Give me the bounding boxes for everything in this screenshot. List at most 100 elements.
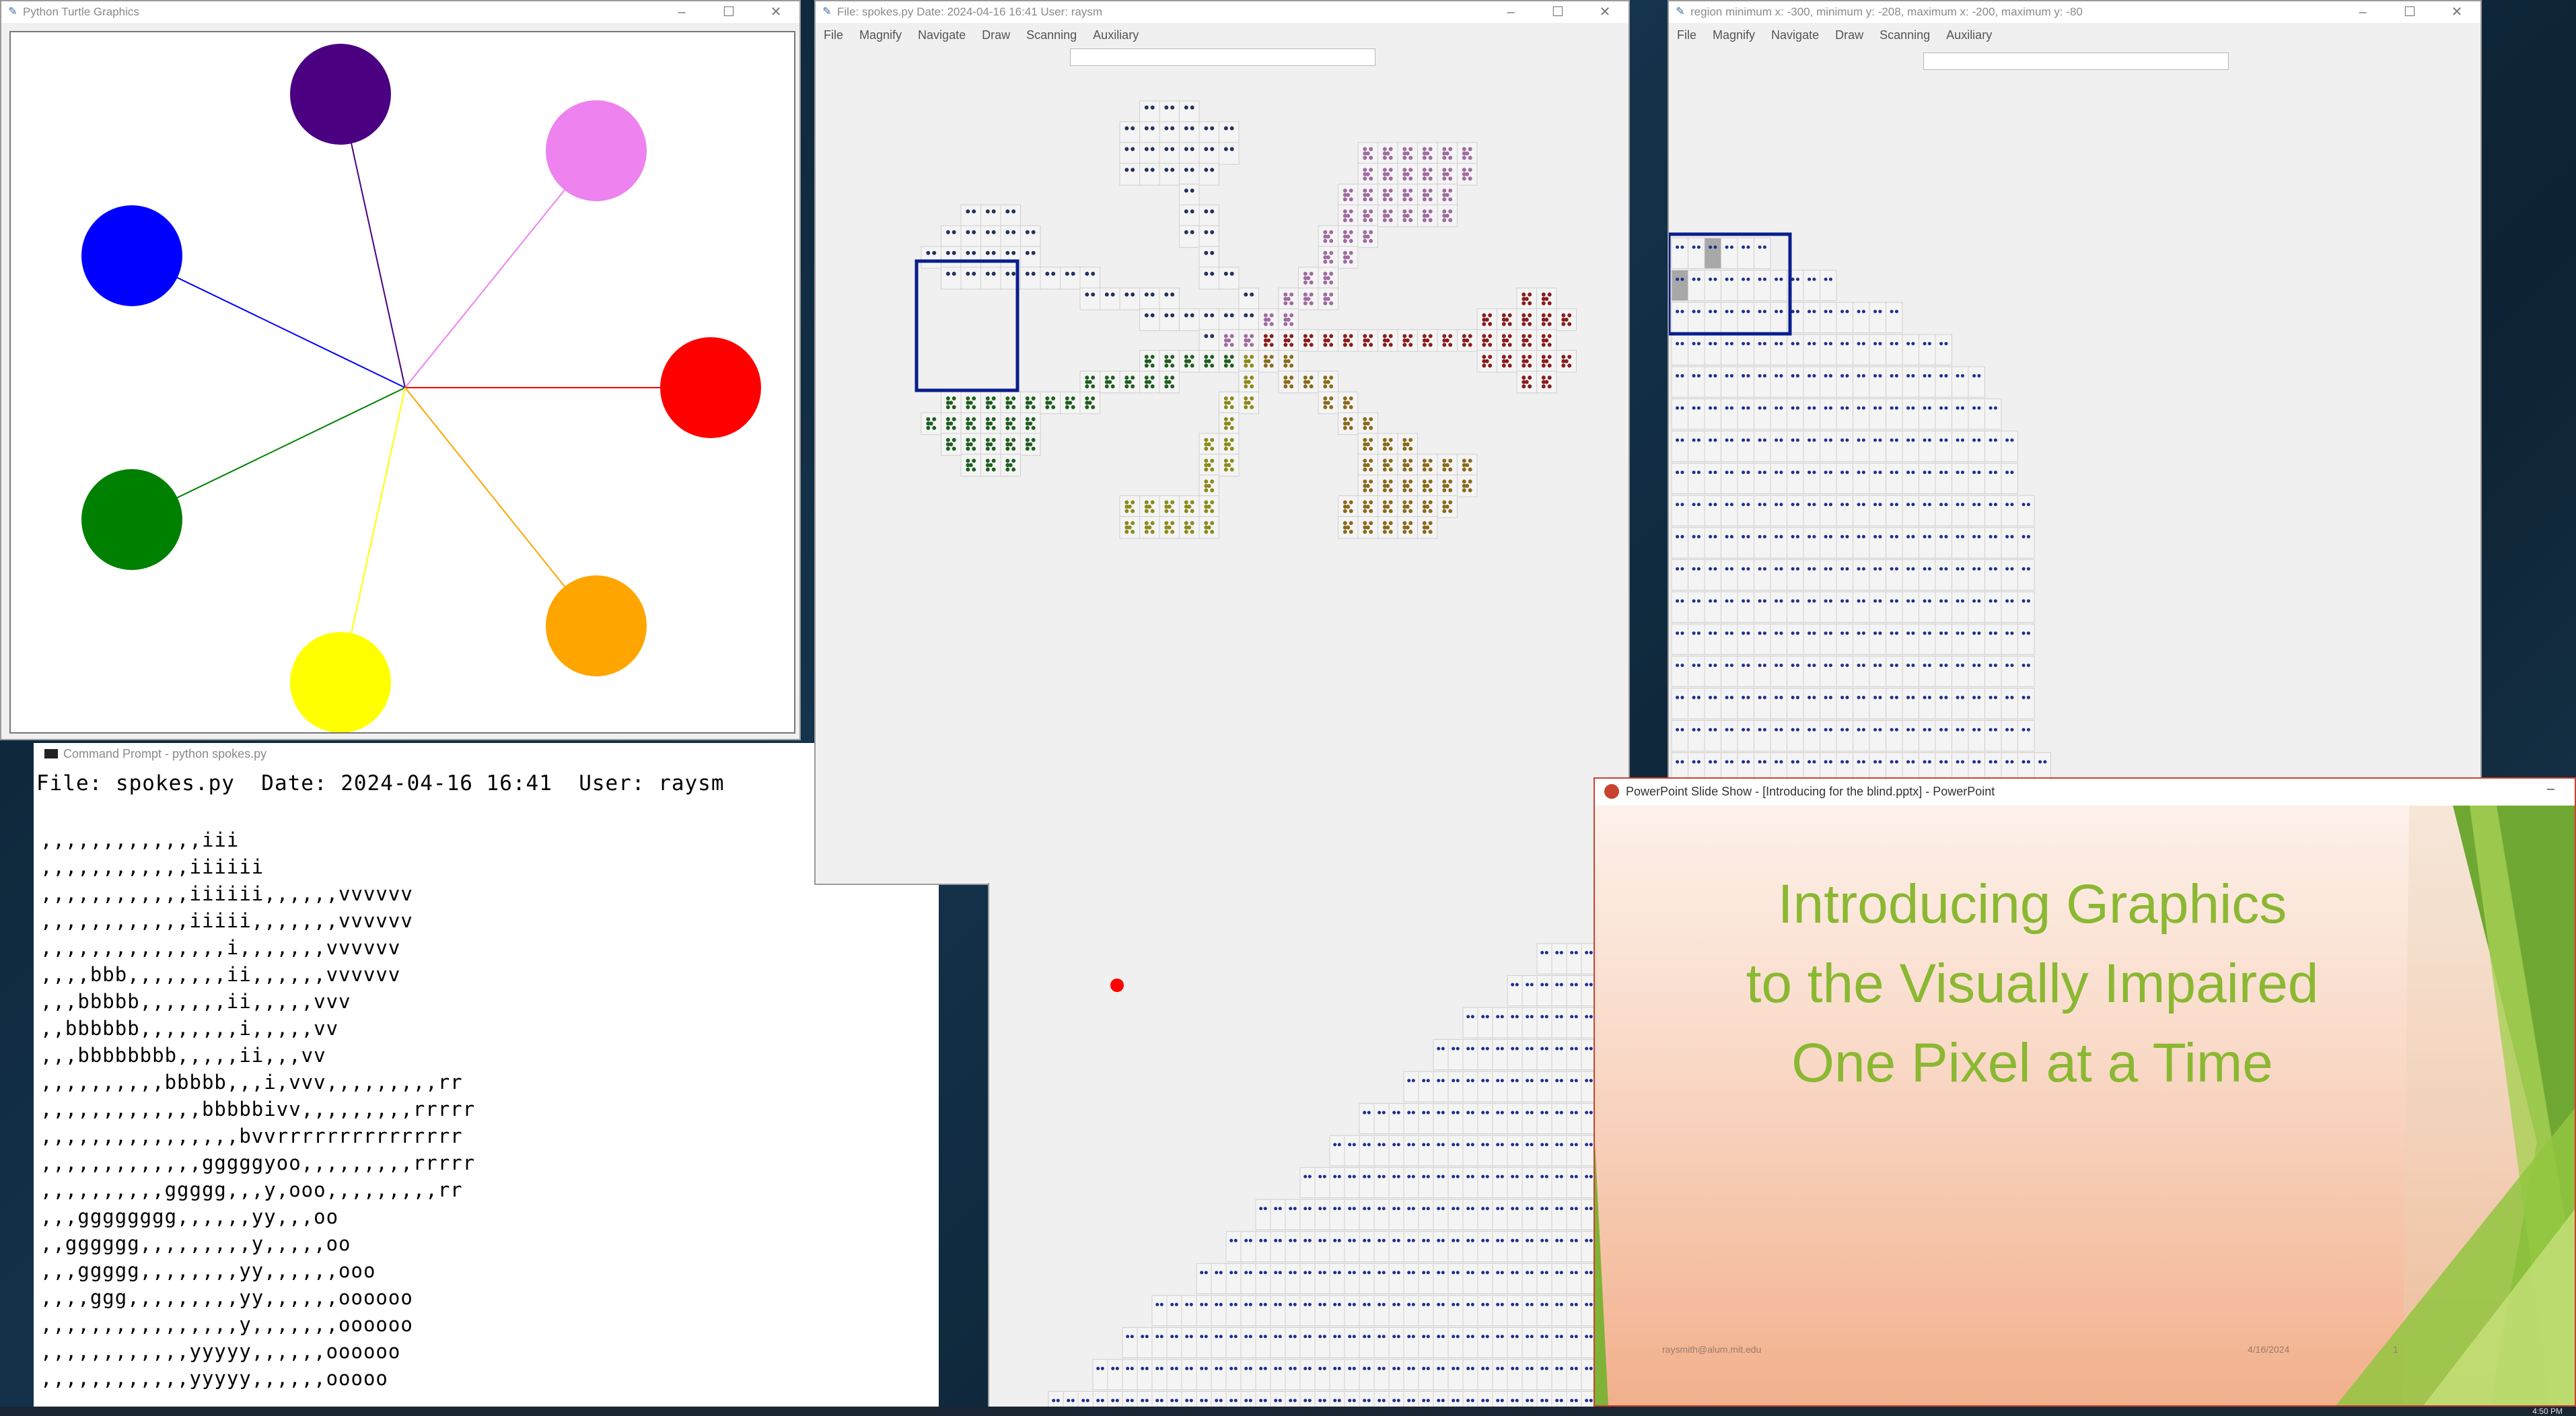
maximize-button[interactable]: ☐ bbox=[705, 1, 752, 23]
pixel-cell[interactable] bbox=[1119, 516, 1140, 539]
pixel-cell[interactable] bbox=[1536, 975, 1552, 1007]
pixel-cell[interactable] bbox=[1671, 366, 1688, 398]
pixel-cell[interactable] bbox=[1820, 559, 1837, 591]
pixel-cell[interactable] bbox=[1373, 1359, 1390, 1390]
pixel-cell[interactable] bbox=[1902, 591, 1919, 623]
menu-magnify[interactable]: Magnify bbox=[851, 26, 910, 46]
pixel-cell[interactable] bbox=[1417, 454, 1438, 476]
pixel-cell[interactable] bbox=[1787, 623, 1804, 656]
pixel-cell[interactable] bbox=[1437, 184, 1458, 207]
taskbar[interactable]: 4:50 PM bbox=[0, 1407, 2576, 1416]
pixel-cell[interactable] bbox=[1820, 462, 1837, 495]
pixel-cell[interactable] bbox=[1968, 527, 1985, 559]
pixel-cell[interactable] bbox=[1359, 1103, 1375, 1135]
pixel-cell[interactable] bbox=[1447, 1295, 1464, 1326]
pixel-cell[interactable] bbox=[1820, 656, 1837, 687]
pixel-cell[interactable] bbox=[1437, 142, 1458, 165]
pixel-cell[interactable] bbox=[1388, 1263, 1404, 1294]
pixel-cell[interactable] bbox=[1238, 350, 1259, 373]
pixel-cell[interactable] bbox=[1984, 495, 2002, 526]
pixel-cell[interactable] bbox=[1437, 329, 1458, 352]
pixel-cell[interactable] bbox=[1433, 1231, 1449, 1263]
pixel-cell[interactable] bbox=[941, 412, 962, 435]
pixel-cell[interactable] bbox=[1770, 334, 1787, 365]
pixel-cell[interactable] bbox=[1139, 495, 1160, 518]
pixel-cell[interactable] bbox=[1278, 287, 1299, 310]
pixel-cell[interactable] bbox=[1219, 267, 1240, 289]
pixel-cell[interactable] bbox=[1139, 516, 1160, 539]
pixel-cell[interactable] bbox=[1688, 334, 1705, 365]
pixel-cell[interactable] bbox=[2017, 623, 2035, 656]
pixel-cell[interactable] bbox=[1968, 430, 1985, 462]
pixel-cell[interactable] bbox=[1462, 1167, 1478, 1199]
pixel-cell[interactable] bbox=[1457, 163, 1478, 186]
pixel-cell[interactable] bbox=[1159, 163, 1180, 186]
pixel-cell[interactable] bbox=[1886, 623, 1903, 656]
pixel-cell[interactable] bbox=[1704, 334, 1721, 365]
pixel-cell[interactable] bbox=[1886, 752, 1903, 779]
pixel-cell[interactable] bbox=[1754, 591, 1771, 623]
pixel-cell[interactable] bbox=[1671, 462, 1688, 495]
pixel-cell[interactable] bbox=[1787, 495, 1804, 526]
pixel-cell[interactable] bbox=[2017, 527, 2035, 559]
pixel-cell[interactable] bbox=[1359, 1359, 1375, 1390]
pixel-cell[interactable] bbox=[1984, 430, 2002, 462]
pixel-cell[interactable] bbox=[1737, 238, 1754, 269]
pixel-cell[interactable] bbox=[1100, 287, 1120, 310]
pixel-cell[interactable] bbox=[1507, 1231, 1523, 1263]
pixel-cell[interactable] bbox=[1803, 269, 1820, 302]
pixel-cell[interactable] bbox=[1853, 366, 1870, 398]
pixel-cell[interactable] bbox=[1853, 495, 1870, 526]
pixel-cell[interactable] bbox=[1225, 1263, 1242, 1294]
pixel-cell[interactable] bbox=[1968, 720, 1985, 752]
pixel-cell[interactable] bbox=[1886, 559, 1903, 591]
pixel-cell[interactable] bbox=[980, 412, 1001, 435]
pixel-cell[interactable] bbox=[1417, 474, 1438, 497]
pixel-cell[interactable] bbox=[1671, 559, 1688, 591]
pixel-cell[interactable] bbox=[1462, 1135, 1478, 1166]
pixel-cell[interactable] bbox=[1181, 1326, 1197, 1358]
pixel-cell[interactable] bbox=[1968, 398, 1985, 430]
pixel-cell[interactable] bbox=[1270, 1359, 1286, 1390]
pixel-cell[interactable] bbox=[1258, 308, 1279, 331]
pixel-cell[interactable] bbox=[1507, 975, 1523, 1007]
pixel-cell[interactable] bbox=[1704, 398, 1721, 430]
pixel-cell[interactable] bbox=[1314, 1359, 1330, 1390]
pixel-cell[interactable] bbox=[1869, 495, 1886, 526]
pixel-cell[interactable] bbox=[1737, 302, 1754, 334]
pixel-cell[interactable] bbox=[980, 246, 1001, 269]
pixel-cell[interactable] bbox=[1902, 688, 1919, 719]
pixel-cell[interactable] bbox=[1754, 462, 1771, 495]
pixel-cell[interactable] bbox=[1476, 350, 1497, 373]
pixel-cell[interactable] bbox=[1492, 1199, 1508, 1230]
pixel-cell[interactable] bbox=[1357, 412, 1378, 435]
pixel-cell[interactable] bbox=[1151, 1359, 1168, 1390]
pixel-cell[interactable] bbox=[2034, 752, 2051, 779]
pixel-cell[interactable] bbox=[1359, 1167, 1375, 1199]
pixel-cell[interactable] bbox=[1298, 370, 1319, 394]
pixel-cell[interactable] bbox=[1314, 1326, 1330, 1358]
pixel-cell[interactable] bbox=[1803, 462, 1820, 495]
pixel-cell[interactable] bbox=[1462, 1326, 1478, 1358]
pixel-cell[interactable] bbox=[1255, 1263, 1271, 1294]
pixel-cell[interactable] bbox=[1688, 720, 1705, 752]
pixel-cell[interactable] bbox=[1902, 495, 1919, 526]
pixel-cell[interactable] bbox=[1285, 1231, 1301, 1263]
pixel-cell[interactable] bbox=[1566, 1199, 1582, 1230]
pixel-cell[interactable] bbox=[1820, 269, 1837, 302]
pixel-cell[interactable] bbox=[1820, 527, 1837, 559]
pixel-cell[interactable] bbox=[1298, 287, 1319, 310]
pixel-cell[interactable] bbox=[1359, 1199, 1375, 1230]
pixel-cell[interactable] bbox=[1397, 184, 1418, 207]
pixel-cell[interactable] bbox=[1373, 1103, 1390, 1135]
pixel-cell[interactable] bbox=[1397, 204, 1418, 227]
pixel-cell[interactable] bbox=[1462, 1103, 1478, 1135]
pixel-cell[interactable] bbox=[1787, 334, 1804, 365]
pixel-cell[interactable] bbox=[1285, 1295, 1301, 1326]
pixel-cell[interactable] bbox=[1536, 1199, 1552, 1230]
pixel-cell[interactable] bbox=[1477, 1326, 1493, 1358]
pixel-cell[interactable] bbox=[1000, 391, 1021, 415]
pixel-cell[interactable] bbox=[1433, 1295, 1449, 1326]
pixel-cell[interactable] bbox=[1902, 559, 1919, 591]
pixel-cell[interactable] bbox=[941, 267, 962, 289]
